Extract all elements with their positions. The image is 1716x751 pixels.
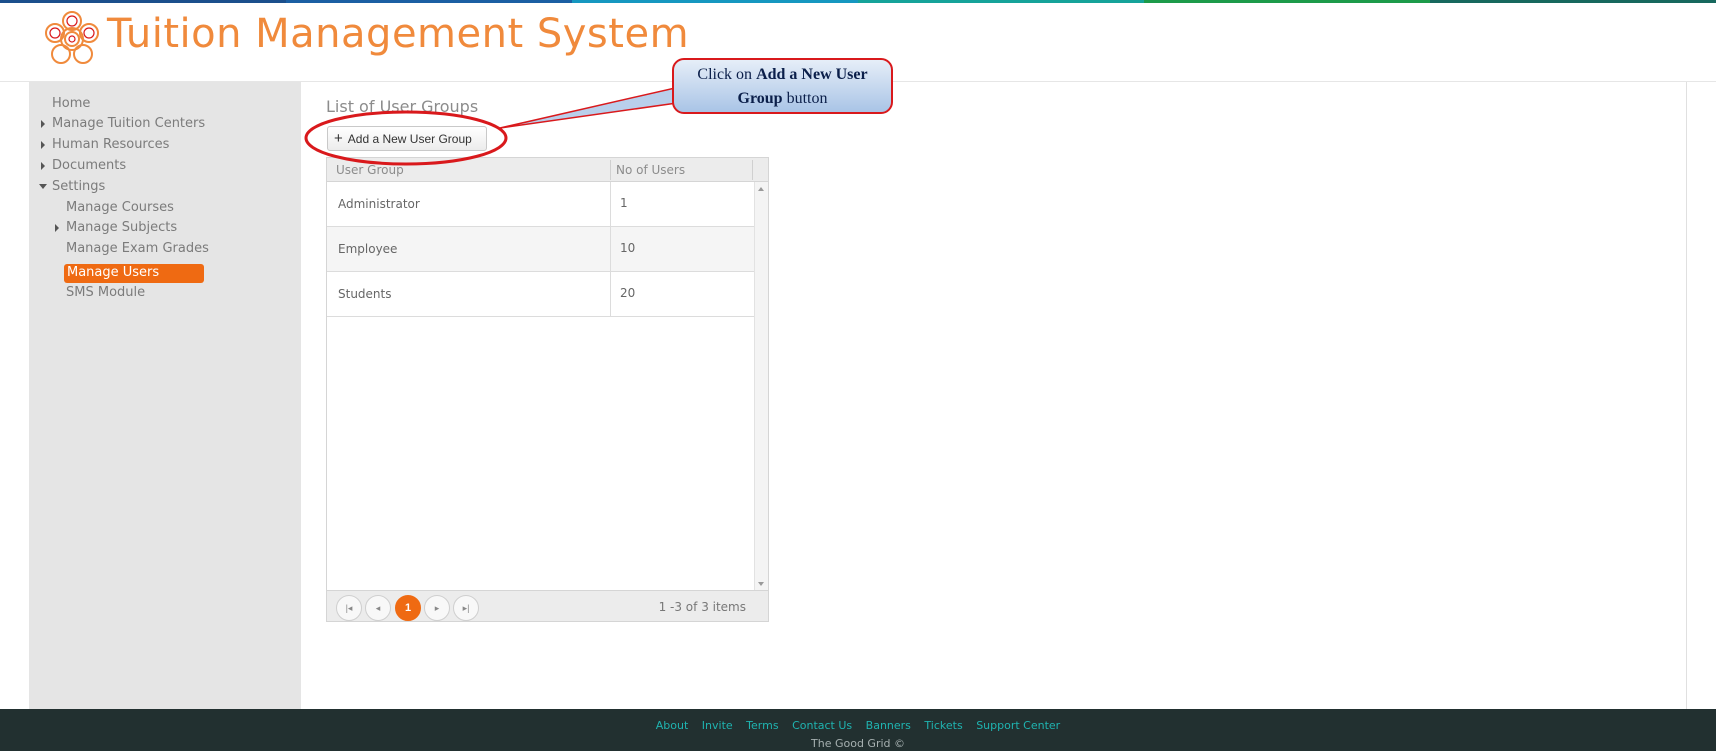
callout-suffix: button — [782, 90, 828, 107]
sidebar-item-manage-users[interactable]: Manage Users — [64, 264, 204, 283]
sidebar-item-manage-subjects[interactable]: Manage Subjects — [66, 220, 177, 235]
current-page-button[interactable]: 1 — [395, 595, 421, 621]
sidebar-item-label: Manage Users — [67, 265, 160, 280]
column-separator — [752, 160, 753, 180]
cell-no-of-users: 10 — [620, 241, 636, 255]
sidebar: Home Manage Tuition Centers Human Resour… — [29, 82, 301, 709]
cell-separator — [610, 272, 611, 317]
table-row[interactable]: Students 20 — [327, 272, 754, 317]
caret-right-icon[interactable] — [55, 224, 59, 232]
sidebar-item-settings[interactable]: Settings — [52, 179, 105, 194]
grid-pager: |◂ ◂ 1 ▸ ▸| 1 -3 of 3 items — [327, 590, 768, 621]
caret-right-icon[interactable] — [41, 162, 45, 170]
instruction-callout: Click on Add a New User Group button — [672, 58, 893, 114]
caret-down-icon[interactable] — [39, 184, 47, 189]
column-header-no-of-users[interactable]: No of Users — [616, 163, 685, 177]
cell-separator — [610, 227, 611, 272]
footer-copyright: The Good Grid © — [811, 737, 905, 750]
caret-right-icon[interactable] — [41, 141, 45, 149]
cell-user-group: Employee — [338, 242, 398, 256]
sidebar-item-manage-courses[interactable]: Manage Courses — [66, 200, 174, 215]
last-page-button[interactable]: ▸| — [453, 595, 479, 621]
grid-header: User Group No of Users — [327, 158, 768, 182]
callout-prefix: Click on — [697, 66, 757, 83]
app-title: Tuition Management System — [107, 11, 690, 57]
content-divider — [1686, 82, 1687, 709]
scroll-up-icon[interactable] — [758, 187, 764, 191]
cell-separator — [610, 182, 611, 227]
footer-link-tickets[interactable]: Tickets — [924, 719, 962, 732]
footer-link-invite[interactable]: Invite — [702, 719, 733, 732]
footer: About Invite Terms Contact Us Banners Ti… — [0, 709, 1716, 751]
page-title: List of User Groups — [326, 97, 479, 116]
sidebar-item-home[interactable]: Home — [52, 96, 90, 111]
next-page-button[interactable]: ▸ — [424, 595, 450, 621]
sidebar-item-human-resources[interactable]: Human Resources — [52, 137, 169, 152]
logo-icon — [45, 11, 99, 64]
callout-pointer — [499, 87, 678, 129]
footer-link-terms[interactable]: Terms — [746, 719, 778, 732]
previous-page-button[interactable]: ◂ — [365, 595, 391, 621]
footer-link-about[interactable]: About — [656, 719, 689, 732]
sidebar-item-sms-module[interactable]: SMS Module — [66, 285, 145, 300]
user-groups-grid: User Group No of Users Administrator 1 E… — [326, 157, 769, 622]
grid-scrollbar[interactable] — [754, 182, 768, 590]
column-separator — [610, 160, 611, 180]
scroll-down-icon[interactable] — [758, 582, 764, 586]
caret-right-icon[interactable] — [41, 120, 45, 128]
cell-no-of-users: 1 — [620, 196, 628, 210]
table-row[interactable]: Administrator 1 — [327, 182, 754, 227]
footer-links: About Invite Terms Contact Us Banners Ti… — [0, 719, 1716, 732]
first-page-button[interactable]: |◂ — [336, 595, 362, 621]
sidebar-item-manage-exam-grades[interactable]: Manage Exam Grades — [66, 241, 209, 256]
footer-link-banners[interactable]: Banners — [866, 719, 911, 732]
cell-user-group: Students — [338, 287, 392, 301]
add-user-group-label: Add a New User Group — [347, 131, 472, 146]
add-user-group-button[interactable]: + Add a New User Group — [327, 126, 487, 151]
sidebar-item-documents[interactable]: Documents — [52, 158, 126, 173]
column-header-user-group[interactable]: User Group — [336, 163, 404, 177]
table-row[interactable]: Employee 10 — [327, 227, 754, 272]
footer-link-support-center[interactable]: Support Center — [976, 719, 1060, 732]
cell-no-of-users: 20 — [620, 286, 636, 300]
pager-info: 1 -3 of 3 items — [658, 600, 746, 614]
cell-user-group: Administrator — [338, 197, 420, 211]
footer-link-contact-us[interactable]: Contact Us — [792, 719, 852, 732]
plus-icon: + — [334, 130, 343, 147]
sidebar-item-manage-tuition-centers[interactable]: Manage Tuition Centers — [52, 116, 205, 131]
